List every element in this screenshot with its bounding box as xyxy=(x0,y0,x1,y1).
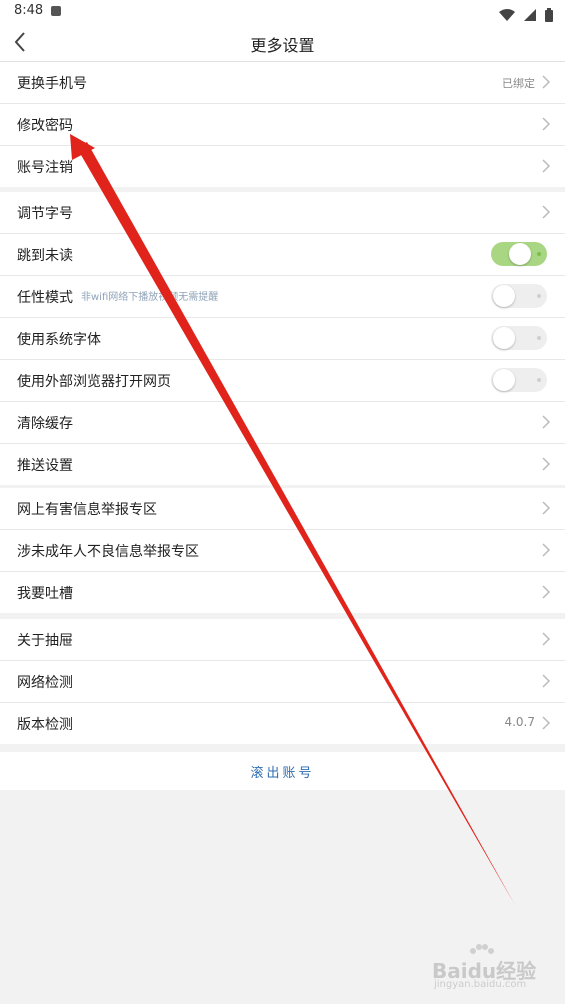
watermark: Baidu经验 jingyan.baidu.com xyxy=(432,944,552,995)
report-group: 网上有害信息举报专区 涉未成年人不良信息举报专区 我要吐槽 xyxy=(0,488,565,613)
page-title: 更多设置 xyxy=(250,36,315,55)
free-mode-label: 任性模式 非wifi网络下播放视频无需提醒 xyxy=(17,287,218,307)
chevron-right-icon xyxy=(542,716,551,730)
feedback-label: 我要吐槽 xyxy=(17,586,73,602)
wifi-icon xyxy=(498,8,515,21)
notification-icon xyxy=(51,6,61,16)
feedback-row[interactable]: 我要吐槽 xyxy=(0,572,565,613)
font-size-row[interactable]: 调节字号 xyxy=(0,192,565,234)
jump-unread-row: 跳到未读 xyxy=(0,234,565,276)
push-settings-row[interactable]: 推送设置 xyxy=(0,444,565,485)
toggle-dot xyxy=(537,252,541,256)
system-font-toggle[interactable] xyxy=(491,326,547,350)
external-browser-toggle[interactable] xyxy=(491,368,547,392)
system-font-label: 使用系统字体 xyxy=(17,332,101,348)
signal-icon xyxy=(523,8,536,21)
free-mode-title: 任性模式 xyxy=(17,290,73,306)
chevron-right-icon xyxy=(542,457,551,471)
jump-unread-label: 跳到未读 xyxy=(17,248,73,264)
about-group: 关于抽屉 网络检测 版本检测 4.0.7 xyxy=(0,619,565,744)
external-browser-row: 使用外部浏览器打开网页 xyxy=(0,360,565,402)
account-group: 更换手机号 已绑定 修改密码 账号注销 xyxy=(0,62,565,187)
system-font-row: 使用系统字体 xyxy=(0,318,565,360)
free-mode-toggle[interactable] xyxy=(491,284,547,308)
change-password-row[interactable]: 修改密码 xyxy=(0,104,565,146)
toggle-dot xyxy=(537,294,541,298)
toggle-knob xyxy=(509,243,531,265)
font-size-label: 调节字号 xyxy=(17,206,73,222)
external-browser-label: 使用外部浏览器打开网页 xyxy=(17,374,171,390)
free-mode-row: 任性模式 非wifi网络下播放视频无需提醒 xyxy=(0,276,565,318)
version-number: 4.0.7 xyxy=(504,715,535,729)
push-settings-label: 推送设置 xyxy=(17,458,73,474)
chevron-right-icon xyxy=(542,159,551,173)
change-phone-row[interactable]: 更换手机号 已绑定 xyxy=(0,62,565,104)
chevron-right-icon xyxy=(542,585,551,599)
clear-cache-row[interactable]: 清除缓存 xyxy=(0,402,565,444)
status-time: 8:48 xyxy=(14,3,44,18)
minor-info-report-row[interactable]: 涉未成年人不良信息举报专区 xyxy=(0,530,565,572)
logout-button[interactable]: 滚出账号 xyxy=(0,762,565,781)
chevron-right-icon xyxy=(542,415,551,429)
free-mode-hint: 非wifi网络下播放视频无需提醒 xyxy=(81,292,219,303)
battery-icon xyxy=(545,7,553,22)
network-check-row[interactable]: 网络检测 xyxy=(0,661,565,703)
chevron-right-icon xyxy=(542,205,551,219)
about-row[interactable]: 关于抽屉 xyxy=(0,619,565,661)
clear-cache-label: 清除缓存 xyxy=(17,416,73,432)
chevron-right-icon xyxy=(542,674,551,688)
status-bar: 8:48 xyxy=(0,0,565,24)
toggle-dot xyxy=(537,336,541,340)
jump-unread-toggle[interactable] xyxy=(491,242,547,266)
delete-account-label: 账号注销 xyxy=(17,160,73,176)
toggle-knob xyxy=(493,285,515,307)
chevron-right-icon xyxy=(542,75,551,89)
version-check-label: 版本检测 xyxy=(17,717,73,733)
about-label: 关于抽屉 xyxy=(17,633,73,649)
nav-bar: 更多设置 xyxy=(0,24,565,62)
phone-bound-status: 已绑定 xyxy=(502,77,535,90)
delete-account-row[interactable]: 账号注销 xyxy=(0,146,565,187)
chevron-right-icon xyxy=(542,543,551,557)
status-icons xyxy=(495,4,553,22)
harmful-info-report-row[interactable]: 网上有害信息举报专区 xyxy=(0,488,565,530)
version-check-row[interactable]: 版本检测 4.0.7 xyxy=(0,703,565,744)
change-phone-label: 更换手机号 xyxy=(17,76,87,92)
toggle-dot xyxy=(537,378,541,382)
change-password-label: 修改密码 xyxy=(17,118,73,134)
chevron-right-icon xyxy=(542,632,551,646)
toggle-knob xyxy=(493,327,515,349)
network-check-label: 网络检测 xyxy=(17,675,73,691)
harmful-info-report-label: 网上有害信息举报专区 xyxy=(17,502,157,518)
logout-section: 滚出账号 xyxy=(0,752,565,790)
minor-info-report-label: 涉未成年人不良信息举报专区 xyxy=(17,544,199,560)
chevron-right-icon xyxy=(542,501,551,515)
reading-settings-group: 调节字号 跳到未读 任性模式 非wifi网络下播放视频无需提醒 使用系统字体 使用… xyxy=(0,192,565,485)
toggle-knob xyxy=(493,369,515,391)
chevron-right-icon xyxy=(542,117,551,131)
watermark-subtext: jingyan.baidu.com xyxy=(434,979,527,990)
